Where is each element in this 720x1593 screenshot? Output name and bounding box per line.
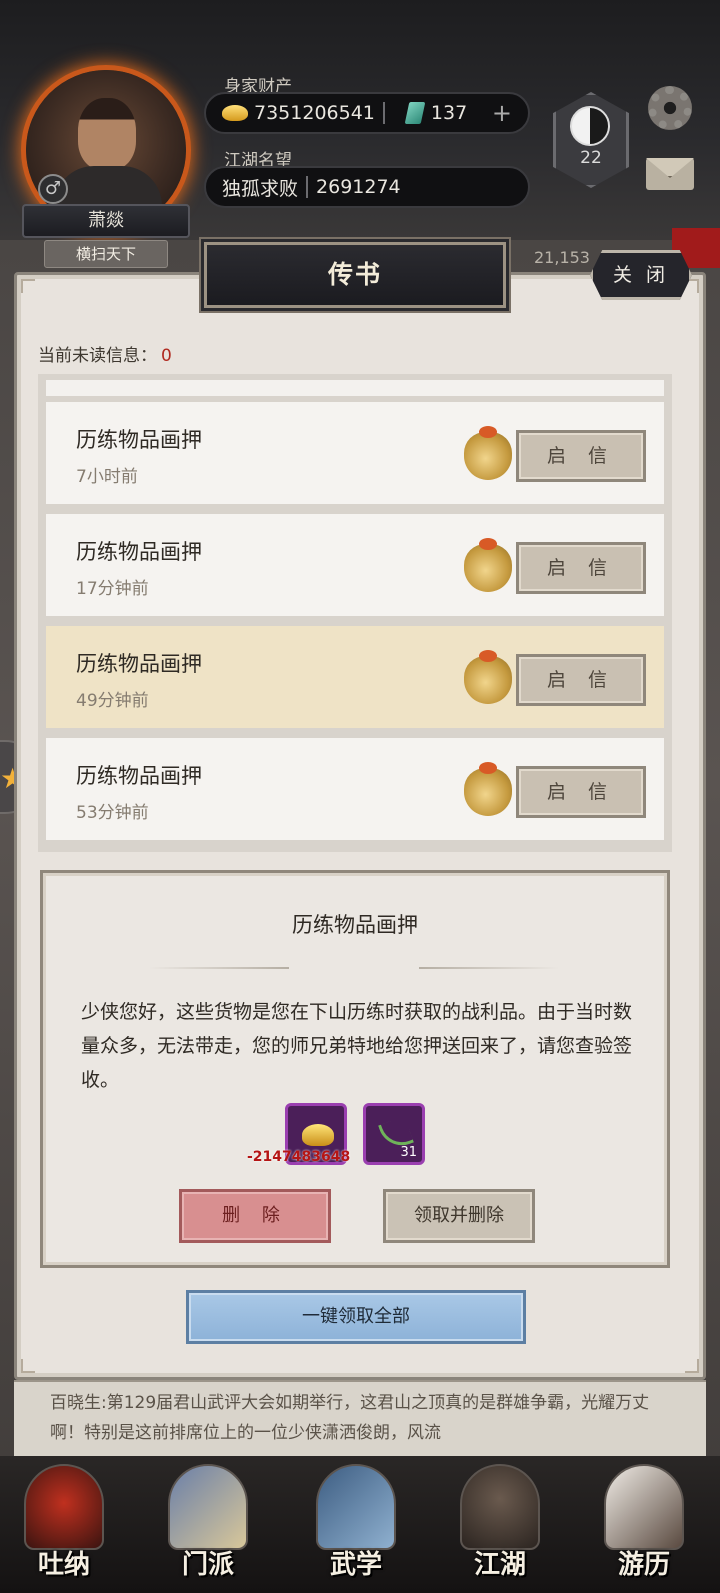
corner-ornament [21,1359,35,1373]
avatar-face [78,98,136,170]
gear-icon[interactable] [648,86,692,130]
gold-amount: 7351206541 [254,102,375,124]
nav-label: 游历 [617,1550,670,1580]
taiji-icon [570,106,610,146]
mail-row[interactable]: 历练物品画押 7小时前 启 信 [46,402,664,504]
mail-time: 49分钟前 [76,691,149,711]
sect-icon [168,1464,248,1550]
nav-label: 武学 [329,1550,382,1580]
mail-title: 历练物品画押 [76,540,202,564]
claim-all-button[interactable]: 一键领取全部 [186,1290,526,1344]
mail-time: 17分钟前 [76,579,149,599]
open-mail-button[interactable]: 启 信 [516,766,646,818]
jade-icon [404,102,426,124]
unread-label: 当前未读信息： [38,346,157,366]
nav-item-jianghu[interactable]: 江湖 [452,1464,548,1584]
nav-item-martial-arts[interactable]: 武学 [308,1464,404,1584]
player-title: 横扫天下 [44,240,168,268]
wealth-bar: 7351206541 137 + [204,92,530,134]
unread-info: 当前未读信息： 0 [38,341,172,366]
open-mail-button[interactable]: 启 信 [516,542,646,594]
loot-bag-icon [464,650,512,704]
open-mail-button[interactable]: 启 信 [516,654,646,706]
divider [419,967,559,969]
nav-item-travel[interactable]: 游历 [596,1464,692,1584]
mail-title: 历练物品画押 [76,652,202,676]
nav-label: 吐纳 [37,1550,90,1580]
claim-and-delete-button[interactable]: 领取并删除 [383,1189,535,1243]
detail-body: 少侠您好，这些货物是您在下山历练时获取的战利品。由于当时数量众多，无法带走，您的… [81,1001,633,1091]
mail-title: 历练物品画押 [76,764,202,788]
travel-icon [604,1464,684,1550]
gender-male-icon: ♂ [38,174,68,204]
fame-title: 独孤求败 [222,177,299,200]
fame-value: 2691274 [316,176,401,198]
martial-arts-icon [316,1464,396,1550]
dialog-title: 传书 [204,242,506,308]
mail-icon[interactable] [646,158,694,190]
reward-herb-slot[interactable]: 31 [363,1103,425,1165]
mail-row[interactable]: 历练物品画押 17分钟前 启 信 [46,514,664,616]
loot-bag-icon [464,538,512,592]
jade-amount: 137 [430,102,468,124]
jianghu-icon [460,1464,540,1550]
detail-title: 历练物品画押 [292,913,418,937]
reward-gold-amount: -2147483648 [247,1149,351,1165]
fame-bar: 独孤求败 2691274 [204,166,530,208]
open-mail-button[interactable]: 启 信 [516,430,646,482]
loot-bag-icon [464,762,512,816]
separator [382,102,385,124]
meditation-icon [24,1464,104,1550]
corner-ornament [685,1359,699,1373]
nav-label: 门派 [181,1550,234,1580]
mail-time: 7小时前 [76,467,138,487]
unread-count: 0 [161,346,172,366]
list-scroll-edge [46,380,664,396]
loot-bag-icon [464,426,512,480]
background-counter: 21,153 [534,248,590,267]
cultivation-level: 22 [580,148,602,168]
separator [306,176,309,198]
mail-title: 历练物品画押 [76,428,202,452]
mail-row-selected[interactable]: 历练物品画押 49分钟前 启 信 [46,626,664,728]
mail-time: 53分钟前 [76,803,149,823]
reward-herb-count: 31 [400,1145,417,1160]
corner-ornament [21,279,35,293]
mail-detail-panel: 历练物品画押 少侠您好，这些货物是您在下山历练时获取的战利品。由于当时数量众多，… [40,870,670,1268]
divider [149,967,289,969]
add-currency-button[interactable]: + [492,99,512,127]
mail-list[interactable]: 历练物品画押 7小时前 启 信 历练物品画押 17分钟前 启 信 历练物品画押 … [38,374,672,852]
close-button[interactable]: 关 闭 [590,250,692,300]
nav-item-sect[interactable]: 门派 [160,1464,256,1584]
news-ticker: 百晓生:第129届君山武评大会如期举行，这君山之顶真的是群雄争霸，光耀万丈啊！特… [14,1380,706,1458]
delete-button[interactable]: 删 除 [179,1189,331,1243]
gold-ingot-icon [222,105,248,121]
nav-item-tuna[interactable]: 吐纳 [16,1464,112,1584]
nav-label: 江湖 [473,1550,526,1580]
player-name: 萧燚 [22,204,190,238]
gold-ingot-icon [302,1124,334,1146]
mail-row[interactable]: 历练物品画押 53分钟前 启 信 [46,738,664,840]
